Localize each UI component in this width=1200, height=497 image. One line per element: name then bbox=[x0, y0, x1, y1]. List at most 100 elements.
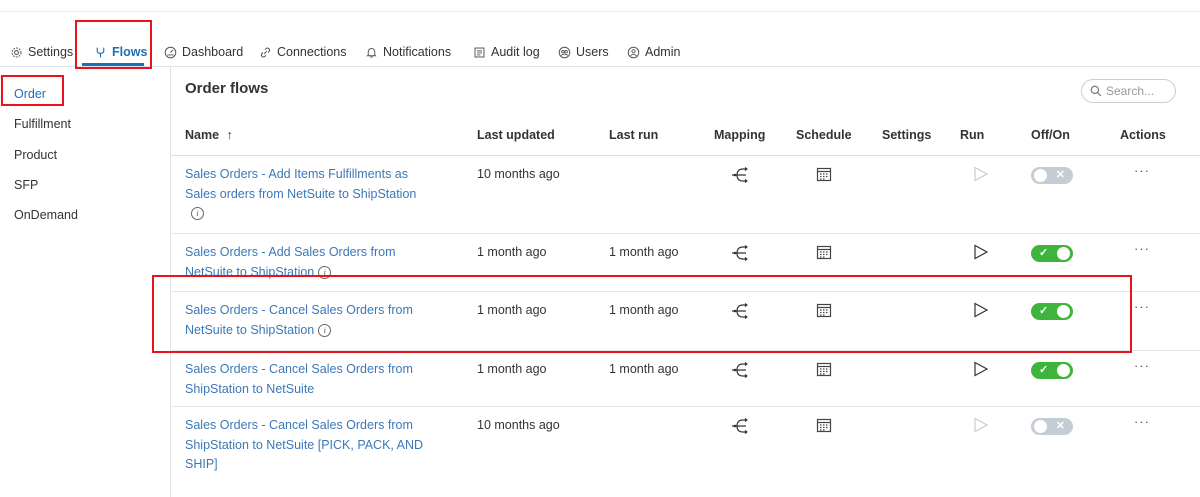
flow-toggle-on[interactable]: ✓ bbox=[1031, 303, 1073, 320]
column-header-settings: Settings bbox=[882, 128, 932, 142]
table-row: Sales Orders - Add Sales Orders from Net… bbox=[171, 234, 1200, 292]
toggle-knob bbox=[1057, 305, 1070, 318]
column-name-label: Name bbox=[185, 128, 220, 142]
tab-audit-log-label: Audit log bbox=[491, 45, 540, 59]
main-tab-bar: Settings Flows Dashboard Connections Not… bbox=[0, 34, 1200, 67]
users-icon bbox=[558, 46, 571, 58]
flow-name-link[interactable]: Sales Orders - Cancel Sales Orders from … bbox=[185, 360, 435, 399]
calendar-icon[interactable] bbox=[816, 166, 832, 182]
flows-icon bbox=[96, 47, 105, 57]
tab-admin-label: Admin bbox=[645, 45, 681, 59]
calendar-icon[interactable] bbox=[816, 244, 832, 260]
play-icon[interactable] bbox=[973, 361, 989, 377]
mapping-icon[interactable] bbox=[731, 361, 751, 379]
column-header-last-run[interactable]: Last run bbox=[609, 128, 658, 142]
sidebar-item-fulfillment[interactable]: Fulfillment bbox=[14, 117, 71, 131]
tab-settings[interactable]: Settings bbox=[10, 40, 73, 64]
check-icon: ✓ bbox=[1039, 305, 1049, 317]
toggle-knob bbox=[1057, 364, 1070, 377]
tab-users[interactable]: Users bbox=[558, 40, 609, 64]
toggle-knob bbox=[1034, 169, 1047, 182]
last-updated-value: 10 months ago bbox=[477, 167, 560, 181]
flow-name: Sales Orders - Cancel Sales Orders from … bbox=[185, 362, 413, 396]
last-run-value: 1 month ago bbox=[609, 245, 679, 259]
table-row: Sales Orders - Add Items Fulfillments as… bbox=[171, 156, 1200, 234]
flow-name-link[interactable]: Sales Orders - Cancel Sales Orders from … bbox=[185, 416, 435, 475]
search-box[interactable] bbox=[1081, 79, 1176, 103]
flow-name: Sales Orders - Add Sales Orders from Net… bbox=[185, 245, 396, 279]
flow-toggle-on[interactable]: ✓ bbox=[1031, 362, 1073, 379]
tab-audit-log[interactable]: Audit log bbox=[473, 40, 540, 64]
flow-toggle-off[interactable]: ✕ bbox=[1031, 418, 1073, 435]
info-icon[interactable]: i bbox=[318, 265, 332, 279]
gear-icon bbox=[11, 47, 22, 57]
column-header-run: Run bbox=[960, 128, 985, 142]
bell-icon bbox=[366, 47, 377, 57]
last-updated-value: 10 months ago bbox=[477, 418, 560, 432]
tab-dashboard-label: Dashboard bbox=[182, 45, 244, 59]
column-header-off-on: Off/On bbox=[1031, 128, 1070, 142]
admin-icon bbox=[627, 46, 640, 58]
tab-users-label: Users bbox=[576, 45, 609, 59]
play-icon[interactable] bbox=[973, 417, 989, 433]
table-row: Sales Orders - Cancel Sales Orders from … bbox=[171, 407, 1200, 497]
toggle-knob bbox=[1057, 247, 1070, 260]
search-input[interactable] bbox=[1106, 84, 1168, 98]
tab-admin[interactable]: Admin bbox=[627, 40, 680, 64]
calendar-icon[interactable] bbox=[816, 417, 832, 433]
tab-connections-label: Connections bbox=[277, 45, 347, 59]
column-header-last-updated[interactable]: Last updated bbox=[477, 128, 555, 142]
flow-toggle-on[interactable]: ✓ bbox=[1031, 245, 1073, 262]
column-header-schedule: Schedule bbox=[796, 128, 852, 142]
audit-log-icon bbox=[474, 47, 485, 57]
last-updated-value: 1 month ago bbox=[477, 245, 547, 259]
tab-notifications[interactable]: Notifications bbox=[365, 40, 451, 64]
play-icon[interactable] bbox=[973, 166, 989, 182]
link-icon bbox=[260, 47, 271, 57]
more-actions-icon[interactable]: ··· bbox=[1134, 241, 1150, 256]
sidebar-item-sfp[interactable]: SFP bbox=[14, 178, 38, 192]
last-run-value: 1 month ago bbox=[609, 303, 679, 317]
mapping-icon[interactable] bbox=[731, 244, 751, 262]
more-actions-icon[interactable]: ··· bbox=[1134, 414, 1150, 429]
play-icon[interactable] bbox=[973, 302, 989, 318]
tab-connections[interactable]: Connections bbox=[259, 40, 347, 64]
flow-name: Sales Orders - Cancel Sales Orders from … bbox=[185, 303, 413, 337]
x-icon: ✕ bbox=[1055, 169, 1065, 181]
tab-notifications-label: Notifications bbox=[383, 45, 452, 59]
table-row: Sales Orders - Cancel Sales Orders from … bbox=[171, 351, 1200, 407]
check-icon: ✓ bbox=[1039, 364, 1049, 376]
more-actions-icon[interactable]: ··· bbox=[1134, 299, 1150, 314]
flow-name-link[interactable]: Sales Orders - Add Sales Orders from Net… bbox=[185, 243, 435, 282]
sidebar-item-product[interactable]: Product bbox=[14, 148, 57, 162]
page-title: Order flows bbox=[185, 80, 269, 97]
dashboard-icon bbox=[164, 46, 177, 58]
flow-name-link[interactable]: Sales Orders - Cancel Sales Orders from … bbox=[185, 301, 435, 340]
sidebar-item-order[interactable]: Order bbox=[14, 87, 46, 101]
play-icon[interactable] bbox=[973, 244, 989, 260]
mapping-icon[interactable] bbox=[731, 166, 751, 184]
toggle-knob bbox=[1034, 420, 1047, 433]
more-actions-icon[interactable]: ··· bbox=[1134, 163, 1150, 178]
flow-name: Sales Orders - Cancel Sales Orders from … bbox=[185, 418, 424, 471]
flow-name-link[interactable]: Sales Orders - Add Items Fulfillments as… bbox=[185, 165, 435, 224]
calendar-icon[interactable] bbox=[816, 302, 832, 318]
info-icon[interactable]: i bbox=[318, 323, 332, 337]
flow-toggle-off[interactable]: ✕ bbox=[1031, 167, 1073, 184]
more-actions-icon[interactable]: ··· bbox=[1134, 358, 1150, 373]
column-header-name[interactable]: Name ↑ bbox=[185, 128, 233, 142]
calendar-icon[interactable] bbox=[816, 361, 832, 377]
flow-name: Sales Orders - Add Items Fulfillments as… bbox=[185, 167, 417, 201]
top-border bbox=[0, 11, 1200, 12]
check-icon: ✓ bbox=[1039, 247, 1049, 259]
flows-panel: Order flows Name ↑ Last updated Last run… bbox=[171, 66, 1200, 497]
mapping-icon[interactable] bbox=[731, 417, 751, 435]
flow-category-sidebar: Order Fulfillment Product SFP OnDemand bbox=[0, 66, 171, 497]
tab-flows-label: Flows bbox=[112, 45, 148, 59]
info-icon[interactable]: i bbox=[191, 207, 204, 221]
tab-dashboard[interactable]: Dashboard bbox=[164, 40, 243, 64]
sidebar-item-ondemand[interactable]: OnDemand bbox=[14, 208, 78, 222]
x-icon: ✕ bbox=[1055, 420, 1065, 432]
tab-flows[interactable]: Flows bbox=[94, 40, 147, 64]
mapping-icon[interactable] bbox=[731, 302, 751, 320]
